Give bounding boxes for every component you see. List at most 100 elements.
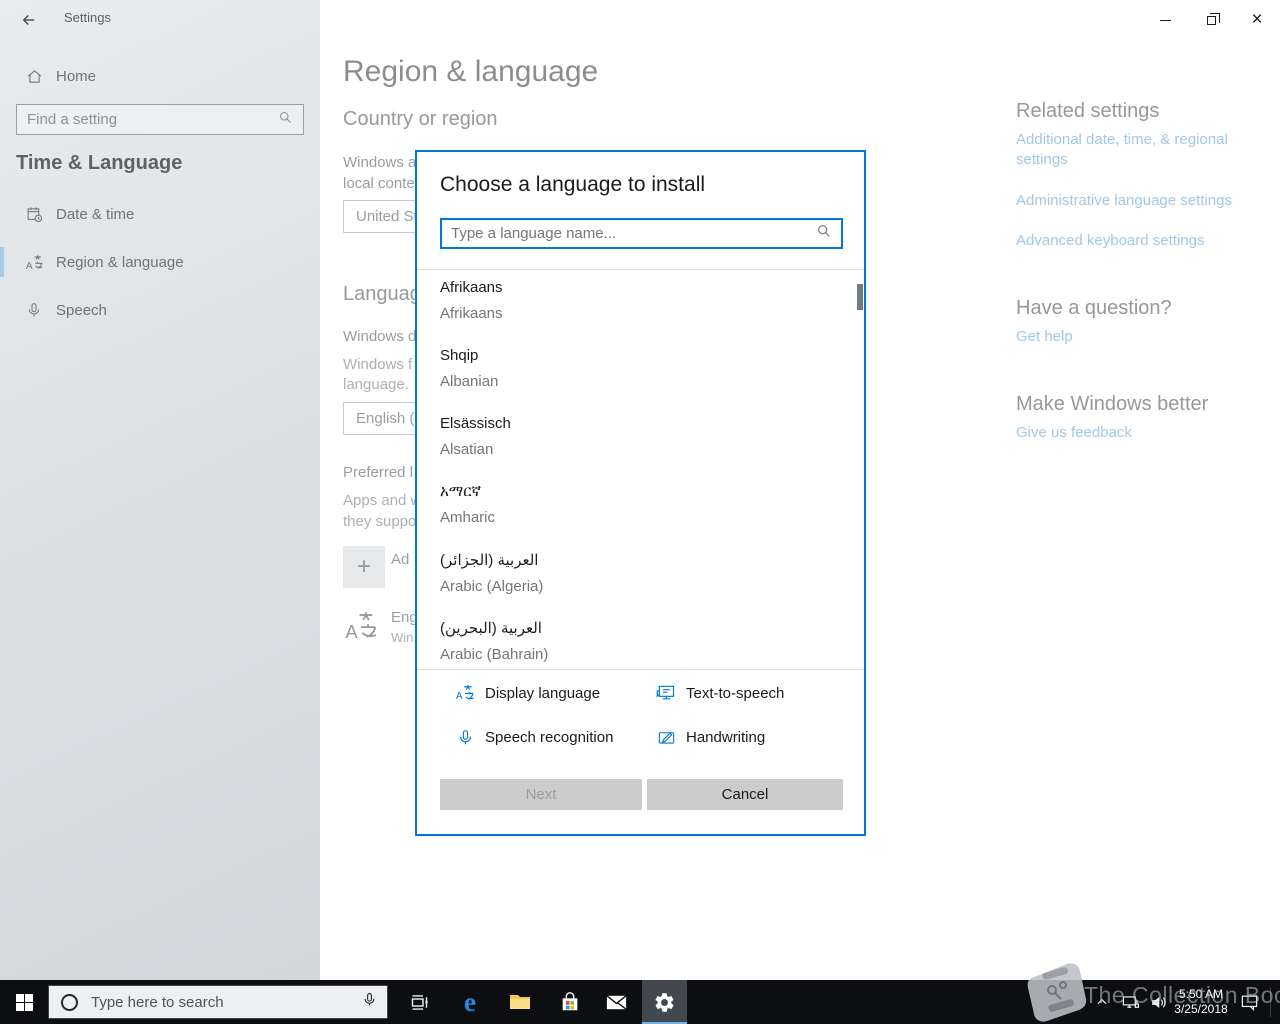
scrollbar-thumb[interactable] — [857, 284, 863, 310]
minimize-icon — [1159, 19, 1171, 21]
network-icon — [1122, 995, 1139, 1008]
dialog-title: Choose a language to install — [440, 173, 706, 196]
search-icon — [278, 110, 293, 130]
show-desktop-button[interactable] — [1271, 980, 1280, 1024]
language-list-item[interactable]: Shqip Albanian — [440, 347, 840, 407]
link-give-us-feedback[interactable]: Give us feedback — [1016, 423, 1276, 443]
sidebar-item-label: Region & language — [56, 253, 184, 271]
task-view-icon — [411, 994, 428, 1010]
edge-button[interactable]: e — [448, 980, 492, 1024]
tray-network-button[interactable] — [1116, 980, 1144, 1024]
settings-taskbar-button[interactable] — [642, 980, 687, 1024]
microphone-icon[interactable] — [362, 992, 377, 1012]
clock-date: 3/25/2018 — [1174, 1002, 1228, 1016]
microphone-icon — [24, 300, 44, 320]
country-desc-line2: local conte — [343, 175, 415, 192]
back-button[interactable] — [14, 5, 44, 35]
language-list-item[interactable]: አማርኛ Amharic — [440, 483, 840, 543]
language-native-name: አማርኛ — [440, 483, 482, 500]
link-additional-date-time-regional[interactable]: Additional date, time, & regional settin… — [1016, 130, 1276, 170]
choose-language-dialog: Choose a language to install Afrikaans A… — [415, 150, 866, 836]
sidebar-section-title: Time & Language — [16, 152, 183, 174]
next-button[interactable]: Next — [440, 779, 642, 810]
language-search-input[interactable] — [442, 225, 816, 242]
language-english-name: Amharic — [440, 509, 496, 526]
file-explorer-button[interactable] — [498, 980, 542, 1024]
feature-display-language: A Display language — [454, 682, 600, 704]
language-list-item[interactable]: Afrikaans Afrikaans — [440, 279, 840, 339]
language-list-item[interactable]: Elsässisch Alsatian — [440, 415, 840, 475]
link-administrative-language[interactable]: Administrative language settings — [1016, 191, 1276, 211]
link-get-help[interactable]: Get help — [1016, 327, 1276, 347]
restore-icon — [1206, 12, 1220, 25]
preferred-desc2: they suppo — [343, 513, 417, 530]
speaker-icon — [1151, 996, 1166, 1008]
window-title: Settings — [64, 10, 111, 25]
feature-label: Text-to-speech — [686, 684, 785, 702]
feature-handwriting: Handwriting — [655, 726, 765, 748]
svg-text:A: A — [25, 260, 32, 271]
link-advanced-keyboard[interactable]: Advanced keyboard settings — [1016, 231, 1276, 251]
sidebar-item-region-language[interactable]: A Region & language — [0, 244, 320, 280]
feature-label: Display language — [485, 684, 601, 702]
divider — [417, 669, 864, 670]
close-icon: × — [1251, 9, 1263, 30]
start-button[interactable] — [0, 980, 48, 1024]
action-center-icon — [1241, 995, 1257, 1011]
language-list-item[interactable]: العربية (البحرين) Arabic (Bahrain) — [440, 619, 840, 669]
country-desc-line1: Windows a — [343, 154, 417, 171]
clock-time: 5:50 AM — [1178, 987, 1224, 1001]
taskbar-search-placeholder: Type here to search — [91, 993, 224, 1011]
microphone-icon — [454, 726, 476, 748]
add-language-button[interactable]: + — [343, 546, 385, 588]
feature-label: Handwriting — [686, 728, 766, 746]
related-settings-heading: Related settings — [1016, 100, 1160, 122]
sidebar-item-label: Speech — [56, 301, 107, 319]
sidebar-item-speech[interactable]: Speech — [0, 292, 320, 328]
language-english-name: Afrikaans — [440, 305, 503, 322]
mail-button[interactable] — [594, 980, 638, 1024]
mail-icon — [605, 994, 627, 1010]
sidebar: Settings Home Time & Language Date & tim… — [0, 0, 320, 980]
sidebar-item-home[interactable]: Home — [0, 58, 320, 94]
tray-show-hidden-icons-button[interactable] — [1090, 980, 1114, 1024]
selected-accent-bar — [0, 247, 4, 277]
language-searchbox[interactable] — [440, 218, 843, 249]
store-button[interactable] — [548, 980, 592, 1024]
display-language-desc2: language. — [343, 376, 409, 393]
edge-icon: e — [464, 986, 476, 1017]
translate-icon: A — [454, 682, 476, 704]
taskbar-clock[interactable]: 5:50 AM 3/25/2018 — [1168, 980, 1234, 1024]
display-language-dropdown-value: English ( — [356, 410, 415, 427]
preferred-desc1: Apps and w — [343, 492, 422, 509]
language-english-name: Albanian — [440, 373, 499, 390]
restore-button[interactable] — [1188, 0, 1234, 40]
display-language-desc1: Windows f — [343, 356, 413, 373]
windows-logo-icon — [15, 993, 33, 1011]
language-native-name: Elsässisch — [440, 415, 511, 432]
find-setting-input[interactable] — [17, 111, 278, 128]
find-setting-searchbox[interactable] — [16, 104, 304, 135]
feature-text-to-speech: Text-to-speech — [655, 682, 784, 704]
text-to-speech-icon — [655, 682, 677, 704]
installed-language-title[interactable]: Eng — [391, 609, 418, 626]
plus-icon: + — [356, 553, 371, 580]
action-center-button[interactable] — [1234, 980, 1264, 1024]
handwriting-icon — [655, 726, 677, 748]
language-native-name: العربية (الجزائر) — [440, 552, 539, 569]
sidebar-item-date-time[interactable]: Date & time — [0, 196, 320, 232]
taskbar-search[interactable]: Type here to search — [48, 985, 388, 1019]
language-list-item[interactable]: العربية (الجزائر) Arabic (Algeria) — [440, 551, 840, 611]
search-icon — [816, 223, 832, 244]
close-button[interactable]: × — [1234, 0, 1280, 40]
country-region-heading: Country or region — [343, 108, 498, 130]
task-view-button[interactable] — [396, 980, 442, 1024]
settings-window: Settings Home Time & Language Date & tim… — [0, 0, 1280, 1024]
display-language-label: Windows d — [343, 328, 417, 345]
store-icon — [562, 992, 578, 1011]
file-explorer-icon — [510, 995, 530, 1009]
minimize-button[interactable] — [1142, 0, 1188, 40]
cancel-button[interactable]: Cancel — [647, 779, 843, 810]
language-english-name: Alsatian — [440, 441, 494, 458]
translate-icon: A — [24, 252, 44, 272]
